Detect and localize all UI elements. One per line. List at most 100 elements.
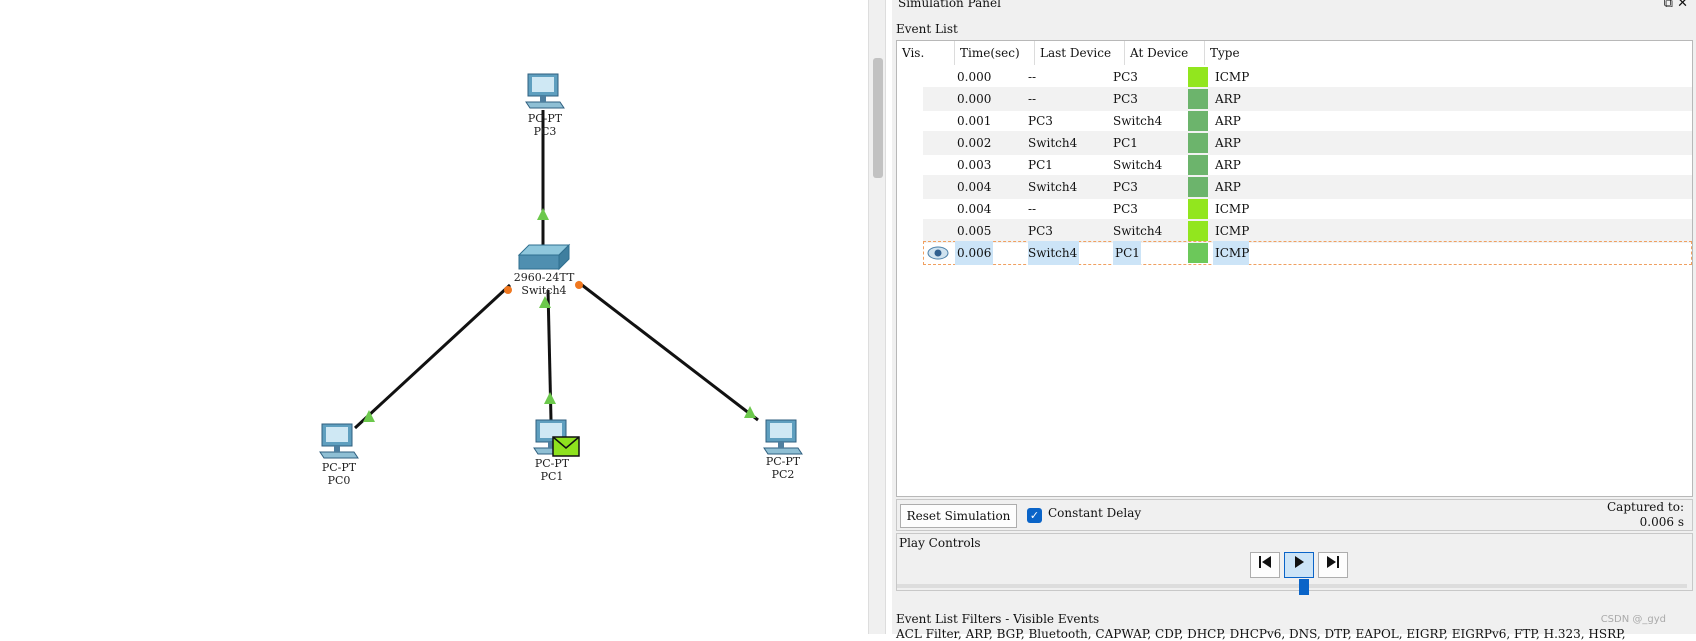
event-type-color-swatch[interactable] bbox=[1188, 243, 1208, 263]
device-name: PC3 bbox=[533, 125, 557, 138]
event-at-device: PC1 bbox=[1113, 241, 1141, 265]
switch4-label: 2960-24TT Switch4 bbox=[504, 271, 584, 297]
event-at-device: PC3 bbox=[1113, 70, 1138, 84]
event-type-color-swatch[interactable] bbox=[1188, 155, 1208, 175]
column-header-type[interactable]: Type bbox=[1205, 41, 1690, 65]
event-last-device: -- bbox=[1028, 92, 1037, 106]
event-at-device: Switch4 bbox=[1113, 158, 1163, 172]
event-type-color-swatch[interactable] bbox=[1188, 133, 1208, 153]
topology-workspace[interactable]: PC-PT PC3 2960-24TT Switch4 PC-PT PC0 PC… bbox=[0, 0, 868, 634]
link-switch4-pc2[interactable] bbox=[577, 280, 759, 422]
column-header-at-device[interactable]: At Device bbox=[1125, 41, 1205, 65]
event-row[interactable]: 0.005 PC3 Switch4 ICMP bbox=[923, 219, 1692, 243]
event-type: ARP bbox=[1215, 114, 1241, 128]
reset-simulation-button[interactable]: Reset Simulation bbox=[900, 504, 1017, 528]
close-icon[interactable]: ✕ bbox=[1677, 0, 1688, 11]
link-up-indicator bbox=[544, 392, 556, 404]
event-row[interactable]: 0.001 PC3 Switch4 ARP bbox=[923, 109, 1692, 133]
event-type-color-swatch[interactable] bbox=[1188, 67, 1208, 87]
skip-forward-icon bbox=[1327, 556, 1339, 568]
event-type-color-swatch[interactable] bbox=[1188, 111, 1208, 131]
event-at-device: PC1 bbox=[1113, 136, 1138, 150]
event-row[interactable]: 0.004 -- PC3 ICMP bbox=[923, 197, 1692, 221]
visible-eye-icon[interactable] bbox=[927, 241, 949, 265]
event-time: 0.002 bbox=[957, 136, 992, 150]
play-controls: Play Controls bbox=[896, 533, 1693, 595]
event-row[interactable]: 0.000 -- PC3 ICMP bbox=[923, 65, 1692, 89]
captured-value: 0.006 s bbox=[1639, 515, 1684, 529]
event-last-device: -- bbox=[1028, 202, 1037, 216]
pc1-label: PC-PT PC1 bbox=[520, 457, 584, 483]
column-header-vis[interactable]: Vis. bbox=[897, 41, 955, 65]
event-type-color-swatch[interactable] bbox=[1188, 89, 1208, 109]
pdu-envelope-icon[interactable] bbox=[552, 436, 580, 457]
forward-button[interactable] bbox=[1318, 552, 1348, 578]
event-list-table: Vis. Time(sec) Last Device At Device Typ… bbox=[896, 40, 1693, 497]
event-at-device: Switch4 bbox=[1113, 114, 1163, 128]
event-last-device: PC3 bbox=[1028, 114, 1053, 128]
switch4-device-icon[interactable] bbox=[517, 243, 571, 271]
constant-delay-checkbox[interactable]: ✓ bbox=[1027, 508, 1042, 523]
event-type-color-swatch[interactable] bbox=[1188, 221, 1208, 241]
scrollbar-thumb[interactable] bbox=[873, 58, 883, 178]
event-type: ICMP bbox=[1213, 241, 1250, 265]
pc2-device-icon[interactable] bbox=[763, 419, 803, 455]
link-switch4-pc0[interactable] bbox=[353, 283, 512, 430]
event-type-color-swatch[interactable] bbox=[1188, 177, 1208, 197]
visible-events-list[interactable]: ACL Filter, ARP, BGP, Bluetooth, CAPWAP,… bbox=[896, 627, 1626, 641]
event-time: 0.006 bbox=[955, 241, 993, 265]
device-name: Switch4 bbox=[521, 284, 567, 297]
pc0-label: PC-PT PC0 bbox=[307, 461, 371, 487]
event-last-device: PC3 bbox=[1028, 224, 1053, 238]
event-time: 0.005 bbox=[957, 224, 992, 238]
pc2-label: PC-PT PC2 bbox=[751, 455, 815, 481]
event-row[interactable]: 0.000 -- PC3 ARP bbox=[923, 87, 1692, 111]
back-button[interactable] bbox=[1250, 552, 1280, 578]
pc3-label: PC-PT PC3 bbox=[513, 112, 577, 138]
play-button[interactable] bbox=[1284, 552, 1314, 578]
event-type: ARP bbox=[1215, 136, 1241, 150]
panel-window-controls: ⧉ ✕ bbox=[1664, 0, 1688, 11]
simulation-panel: Simulation Panel ⧉ ✕ Event List Vis. Tim… bbox=[892, 0, 1696, 641]
event-type: ARP bbox=[1215, 180, 1241, 194]
pc0-device-icon[interactable] bbox=[319, 423, 359, 459]
column-header-last-device[interactable]: Last Device bbox=[1035, 41, 1125, 65]
event-filters-label: Event List Filters - Visible Events bbox=[896, 612, 1100, 626]
play-icon bbox=[1295, 556, 1304, 568]
event-time: 0.000 bbox=[957, 70, 992, 84]
event-row[interactable]: 0.003 PC1 Switch4 ARP bbox=[923, 153, 1692, 177]
workspace-scrollbar[interactable] bbox=[868, 0, 886, 634]
event-last-device: PC1 bbox=[1028, 158, 1053, 172]
event-at-device: Switch4 bbox=[1113, 224, 1163, 238]
device-model: PC-PT bbox=[765, 455, 801, 468]
panel-title: Simulation Panel bbox=[898, 0, 1001, 10]
device-name: PC1 bbox=[540, 470, 564, 483]
event-type-color-swatch[interactable] bbox=[1188, 199, 1208, 219]
device-name: PC2 bbox=[771, 468, 795, 481]
event-time: 0.000 bbox=[957, 92, 992, 106]
slider-thumb[interactable] bbox=[1299, 579, 1309, 595]
event-time: 0.003 bbox=[957, 158, 992, 172]
event-row[interactable]: 0.006 Switch4 PC1 ICMP bbox=[923, 241, 1692, 265]
captured-to-readout: Captured to: 0.006 s bbox=[1607, 500, 1684, 530]
event-list-label: Event List bbox=[896, 22, 958, 36]
constant-delay-label: Constant Delay bbox=[1048, 506, 1142, 520]
link-up-indicator bbox=[537, 208, 549, 220]
topology-canvas bbox=[319, 73, 803, 459]
playback-speed-slider[interactable] bbox=[897, 584, 1687, 588]
column-header-time[interactable]: Time(sec) bbox=[955, 41, 1035, 65]
event-last-device: -- bbox=[1028, 70, 1037, 84]
event-time: 0.001 bbox=[957, 114, 992, 128]
event-time: 0.004 bbox=[957, 180, 992, 194]
event-type: ICMP bbox=[1215, 202, 1250, 216]
device-name: PC0 bbox=[327, 474, 351, 487]
event-at-device: PC3 bbox=[1113, 92, 1138, 106]
undock-icon[interactable]: ⧉ bbox=[1664, 0, 1673, 11]
event-row[interactable]: 0.002 Switch4 PC1 ARP bbox=[923, 131, 1692, 155]
event-row[interactable]: 0.004 Switch4 PC3 ARP bbox=[923, 175, 1692, 199]
event-at-device: PC3 bbox=[1113, 180, 1138, 194]
device-model: PC-PT bbox=[527, 112, 563, 125]
pc3-device-icon[interactable] bbox=[525, 73, 565, 109]
simulation-options-bar: Reset Simulation ✓ Constant Delay Captur… bbox=[896, 499, 1693, 531]
skip-back-icon bbox=[1259, 556, 1271, 568]
